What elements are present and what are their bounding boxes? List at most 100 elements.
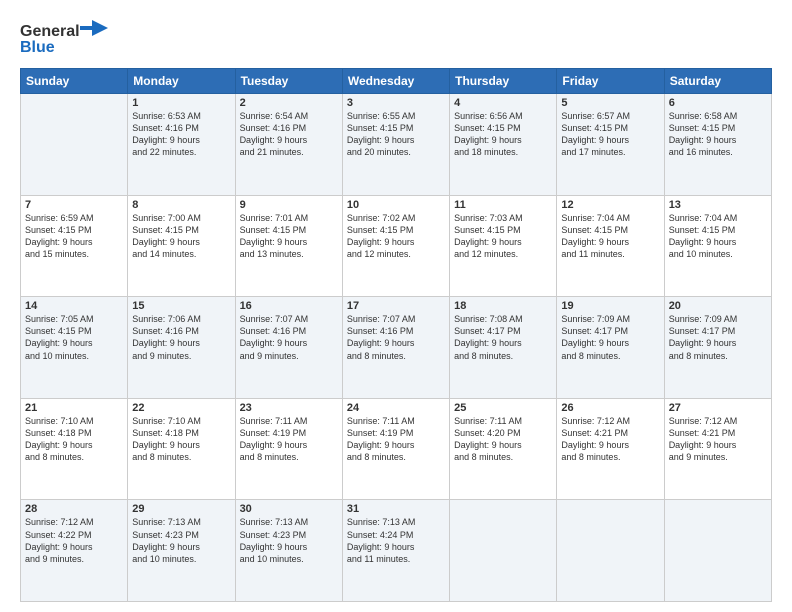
day-number: 12 [561, 199, 659, 211]
day-number: 21 [25, 402, 123, 414]
day-number: 30 [240, 503, 338, 515]
day-number: 6 [669, 97, 767, 109]
header: General Blue [20, 18, 772, 58]
calendar-cell: 2Sunrise: 6:54 AMSunset: 4:16 PMDaylight… [235, 94, 342, 196]
day-info: Sunrise: 7:13 AMSunset: 4:24 PMDaylight:… [347, 516, 445, 565]
calendar-cell: 10Sunrise: 7:02 AMSunset: 4:15 PMDayligh… [342, 195, 449, 297]
calendar-cell: 27Sunrise: 7:12 AMSunset: 4:21 PMDayligh… [664, 398, 771, 500]
day-info: Sunrise: 7:01 AMSunset: 4:15 PMDaylight:… [240, 212, 338, 261]
weekday-header: Tuesday [235, 69, 342, 94]
day-info: Sunrise: 7:13 AMSunset: 4:23 PMDaylight:… [240, 516, 338, 565]
day-number: 17 [347, 300, 445, 312]
day-info: Sunrise: 7:07 AMSunset: 4:16 PMDaylight:… [240, 313, 338, 362]
calendar-cell [557, 500, 664, 602]
day-number: 4 [454, 97, 552, 109]
calendar-cell: 25Sunrise: 7:11 AMSunset: 4:20 PMDayligh… [450, 398, 557, 500]
svg-text:Blue: Blue [20, 39, 55, 56]
calendar-cell: 23Sunrise: 7:11 AMSunset: 4:19 PMDayligh… [235, 398, 342, 500]
calendar-cell: 21Sunrise: 7:10 AMSunset: 4:18 PMDayligh… [21, 398, 128, 500]
day-number: 19 [561, 300, 659, 312]
day-number: 14 [25, 300, 123, 312]
day-info: Sunrise: 7:12 AMSunset: 4:22 PMDaylight:… [25, 516, 123, 565]
calendar-cell: 17Sunrise: 7:07 AMSunset: 4:16 PMDayligh… [342, 297, 449, 399]
calendar-cell: 18Sunrise: 7:08 AMSunset: 4:17 PMDayligh… [450, 297, 557, 399]
calendar-cell: 7Sunrise: 6:59 AMSunset: 4:15 PMDaylight… [21, 195, 128, 297]
day-number: 7 [25, 199, 123, 211]
day-number: 29 [132, 503, 230, 515]
calendar-cell: 29Sunrise: 7:13 AMSunset: 4:23 PMDayligh… [128, 500, 235, 602]
day-number: 15 [132, 300, 230, 312]
day-info: Sunrise: 7:05 AMSunset: 4:15 PMDaylight:… [25, 313, 123, 362]
weekday-header: Monday [128, 69, 235, 94]
calendar-cell: 1Sunrise: 6:53 AMSunset: 4:16 PMDaylight… [128, 94, 235, 196]
calendar-cell: 5Sunrise: 6:57 AMSunset: 4:15 PMDaylight… [557, 94, 664, 196]
day-info: Sunrise: 7:11 AMSunset: 4:20 PMDaylight:… [454, 415, 552, 464]
day-info: Sunrise: 7:11 AMSunset: 4:19 PMDaylight:… [347, 415, 445, 464]
logo-icon: General Blue [20, 18, 110, 58]
day-number: 23 [240, 402, 338, 414]
day-number: 18 [454, 300, 552, 312]
day-number: 22 [132, 402, 230, 414]
page: General Blue SundayMondayTuesdayWednesda… [0, 0, 792, 612]
calendar-cell: 8Sunrise: 7:00 AMSunset: 4:15 PMDaylight… [128, 195, 235, 297]
calendar-cell: 3Sunrise: 6:55 AMSunset: 4:15 PMDaylight… [342, 94, 449, 196]
day-info: Sunrise: 6:58 AMSunset: 4:15 PMDaylight:… [669, 110, 767, 159]
day-number: 5 [561, 97, 659, 109]
weekday-header: Sunday [21, 69, 128, 94]
day-info: Sunrise: 7:04 AMSunset: 4:15 PMDaylight:… [561, 212, 659, 261]
calendar-cell: 26Sunrise: 7:12 AMSunset: 4:21 PMDayligh… [557, 398, 664, 500]
day-info: Sunrise: 7:04 AMSunset: 4:15 PMDaylight:… [669, 212, 767, 261]
calendar-cell: 9Sunrise: 7:01 AMSunset: 4:15 PMDaylight… [235, 195, 342, 297]
calendar-table: SundayMondayTuesdayWednesdayThursdayFrid… [20, 68, 772, 602]
calendar-cell [664, 500, 771, 602]
weekday-header: Friday [557, 69, 664, 94]
calendar-cell: 20Sunrise: 7:09 AMSunset: 4:17 PMDayligh… [664, 297, 771, 399]
day-info: Sunrise: 7:12 AMSunset: 4:21 PMDaylight:… [561, 415, 659, 464]
day-info: Sunrise: 7:03 AMSunset: 4:15 PMDaylight:… [454, 212, 552, 261]
day-info: Sunrise: 6:55 AMSunset: 4:15 PMDaylight:… [347, 110, 445, 159]
svg-text:General: General [20, 23, 80, 40]
day-number: 1 [132, 97, 230, 109]
day-info: Sunrise: 7:07 AMSunset: 4:16 PMDaylight:… [347, 313, 445, 362]
day-number: 24 [347, 402, 445, 414]
calendar-cell: 13Sunrise: 7:04 AMSunset: 4:15 PMDayligh… [664, 195, 771, 297]
weekday-header: Saturday [664, 69, 771, 94]
day-number: 31 [347, 503, 445, 515]
weekday-header: Wednesday [342, 69, 449, 94]
day-number: 10 [347, 199, 445, 211]
day-info: Sunrise: 6:56 AMSunset: 4:15 PMDaylight:… [454, 110, 552, 159]
day-info: Sunrise: 7:10 AMSunset: 4:18 PMDaylight:… [132, 415, 230, 464]
day-number: 13 [669, 199, 767, 211]
day-info: Sunrise: 7:11 AMSunset: 4:19 PMDaylight:… [240, 415, 338, 464]
day-number: 9 [240, 199, 338, 211]
day-number: 26 [561, 402, 659, 414]
calendar-cell: 12Sunrise: 7:04 AMSunset: 4:15 PMDayligh… [557, 195, 664, 297]
day-info: Sunrise: 7:02 AMSunset: 4:15 PMDaylight:… [347, 212, 445, 261]
day-info: Sunrise: 7:12 AMSunset: 4:21 PMDaylight:… [669, 415, 767, 464]
day-info: Sunrise: 7:08 AMSunset: 4:17 PMDaylight:… [454, 313, 552, 362]
calendar-cell: 15Sunrise: 7:06 AMSunset: 4:16 PMDayligh… [128, 297, 235, 399]
calendar-cell: 16Sunrise: 7:07 AMSunset: 4:16 PMDayligh… [235, 297, 342, 399]
calendar-cell: 22Sunrise: 7:10 AMSunset: 4:18 PMDayligh… [128, 398, 235, 500]
day-info: Sunrise: 6:57 AMSunset: 4:15 PMDaylight:… [561, 110, 659, 159]
calendar-cell: 6Sunrise: 6:58 AMSunset: 4:15 PMDaylight… [664, 94, 771, 196]
calendar-cell: 19Sunrise: 7:09 AMSunset: 4:17 PMDayligh… [557, 297, 664, 399]
day-info: Sunrise: 7:10 AMSunset: 4:18 PMDaylight:… [25, 415, 123, 464]
day-number: 3 [347, 97, 445, 109]
day-number: 27 [669, 402, 767, 414]
day-info: Sunrise: 7:09 AMSunset: 4:17 PMDaylight:… [561, 313, 659, 362]
day-number: 11 [454, 199, 552, 211]
calendar-cell: 28Sunrise: 7:12 AMSunset: 4:22 PMDayligh… [21, 500, 128, 602]
day-number: 2 [240, 97, 338, 109]
calendar-cell: 31Sunrise: 7:13 AMSunset: 4:24 PMDayligh… [342, 500, 449, 602]
calendar-cell: 11Sunrise: 7:03 AMSunset: 4:15 PMDayligh… [450, 195, 557, 297]
calendar-cell [21, 94, 128, 196]
day-info: Sunrise: 6:53 AMSunset: 4:16 PMDaylight:… [132, 110, 230, 159]
day-info: Sunrise: 6:54 AMSunset: 4:16 PMDaylight:… [240, 110, 338, 159]
day-info: Sunrise: 7:06 AMSunset: 4:16 PMDaylight:… [132, 313, 230, 362]
day-number: 16 [240, 300, 338, 312]
day-number: 28 [25, 503, 123, 515]
day-info: Sunrise: 6:59 AMSunset: 4:15 PMDaylight:… [25, 212, 123, 261]
day-number: 8 [132, 199, 230, 211]
calendar-cell: 24Sunrise: 7:11 AMSunset: 4:19 PMDayligh… [342, 398, 449, 500]
